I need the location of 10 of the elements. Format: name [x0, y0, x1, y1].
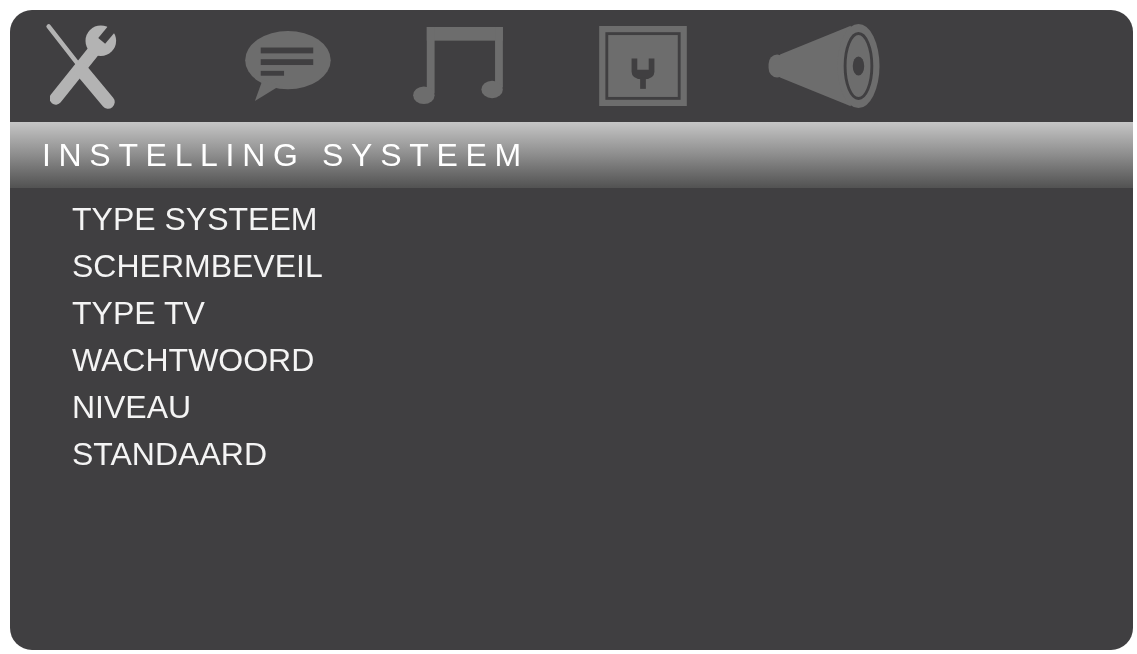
section-title: INSTELLING SYSTEEM — [42, 139, 529, 171]
menu-item[interactable]: STANDAARD — [72, 431, 267, 478]
menu-item[interactable]: SCHERMBEVEIL — [72, 243, 323, 290]
menu-item[interactable]: WACHTWOORD — [72, 337, 315, 384]
screen-icon[interactable] — [597, 26, 689, 106]
tools-icon[interactable] — [45, 22, 117, 110]
music-note-icon[interactable] — [412, 27, 504, 105]
menu-item[interactable]: NIVEAU — [72, 384, 192, 431]
menu-item[interactable]: TYPE TV — [72, 290, 205, 337]
menu-item[interactable]: TYPE SYSTEEM — [72, 196, 318, 243]
